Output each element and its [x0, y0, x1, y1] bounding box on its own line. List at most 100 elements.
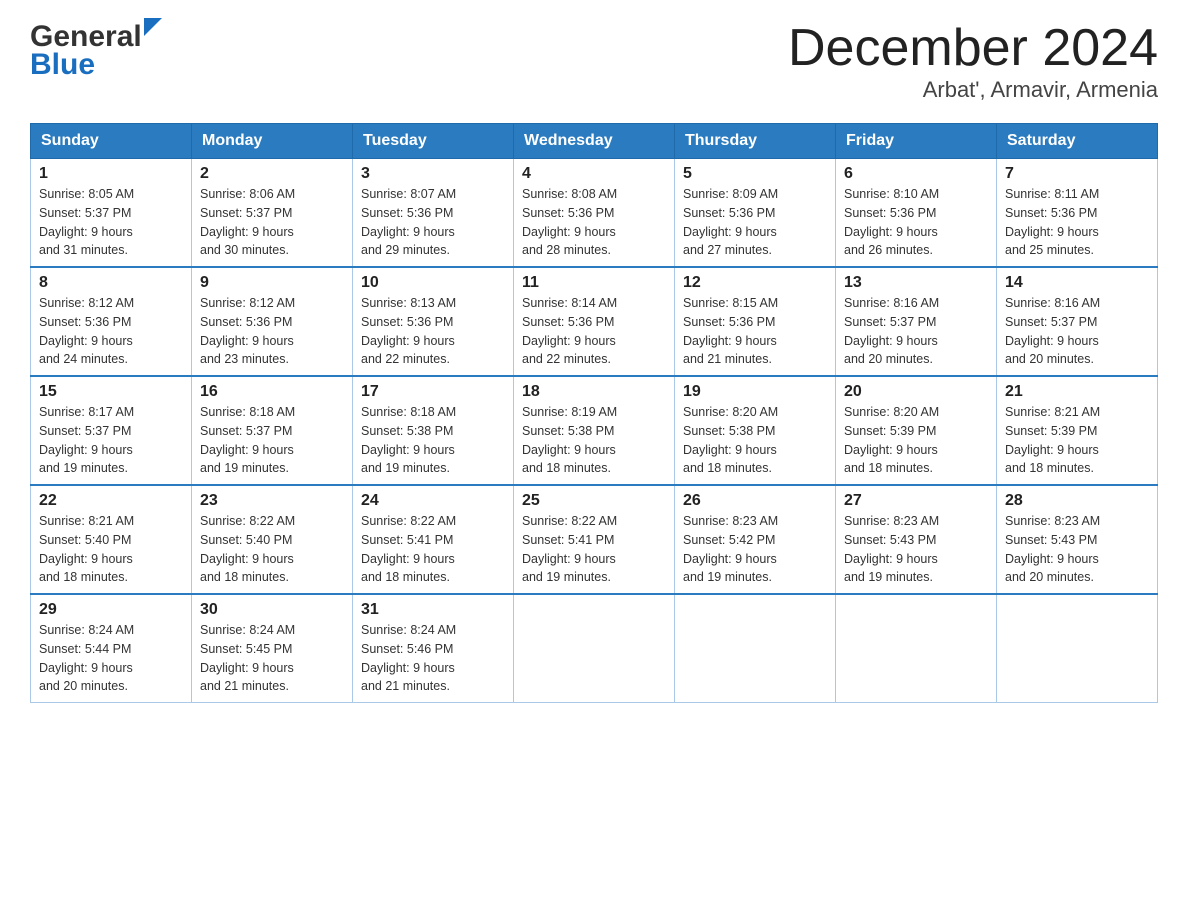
- calendar-cell: [675, 594, 836, 703]
- day-number: 26: [683, 492, 827, 510]
- day-number: 12: [683, 274, 827, 292]
- day-number: 18: [522, 383, 666, 401]
- page-header: General Blue December 2024 Arbat', Armav…: [30, 20, 1158, 103]
- logo-blue-text: Blue: [30, 48, 162, 82]
- day-info: Sunrise: 8:23 AMSunset: 5:43 PMDaylight:…: [1005, 514, 1100, 584]
- calendar-cell: 24 Sunrise: 8:22 AMSunset: 5:41 PMDaylig…: [353, 485, 514, 594]
- calendar-cell: 10 Sunrise: 8:13 AMSunset: 5:36 PMDaylig…: [353, 267, 514, 376]
- calendar-week-row: 29 Sunrise: 8:24 AMSunset: 5:44 PMDaylig…: [31, 594, 1158, 703]
- day-number: 24: [361, 492, 505, 510]
- day-number: 17: [361, 383, 505, 401]
- day-number: 23: [200, 492, 344, 510]
- day-info: Sunrise: 8:24 AMSunset: 5:44 PMDaylight:…: [39, 623, 134, 693]
- day-info: Sunrise: 8:08 AMSunset: 5:36 PMDaylight:…: [522, 187, 617, 257]
- day-info: Sunrise: 8:22 AMSunset: 5:41 PMDaylight:…: [522, 514, 617, 584]
- day-info: Sunrise: 8:18 AMSunset: 5:37 PMDaylight:…: [200, 405, 295, 475]
- day-number: 20: [844, 383, 988, 401]
- day-number: 29: [39, 601, 183, 619]
- day-info: Sunrise: 8:09 AMSunset: 5:36 PMDaylight:…: [683, 187, 778, 257]
- day-number: 16: [200, 383, 344, 401]
- calendar-cell: 18 Sunrise: 8:19 AMSunset: 5:38 PMDaylig…: [514, 376, 675, 485]
- header-thursday: Thursday: [675, 124, 836, 159]
- day-info: Sunrise: 8:20 AMSunset: 5:39 PMDaylight:…: [844, 405, 939, 475]
- day-info: Sunrise: 8:05 AMSunset: 5:37 PMDaylight:…: [39, 187, 134, 257]
- day-info: Sunrise: 8:23 AMSunset: 5:42 PMDaylight:…: [683, 514, 778, 584]
- calendar-cell: 2 Sunrise: 8:06 AMSunset: 5:37 PMDayligh…: [192, 159, 353, 268]
- day-number: 5: [683, 165, 827, 183]
- title-area: December 2024 Arbat', Armavir, Armenia: [788, 20, 1158, 103]
- calendar-cell: 12 Sunrise: 8:15 AMSunset: 5:36 PMDaylig…: [675, 267, 836, 376]
- calendar-cell: 4 Sunrise: 8:08 AMSunset: 5:36 PMDayligh…: [514, 159, 675, 268]
- day-info: Sunrise: 8:13 AMSunset: 5:36 PMDaylight:…: [361, 296, 456, 366]
- calendar-cell: [836, 594, 997, 703]
- day-info: Sunrise: 8:22 AMSunset: 5:40 PMDaylight:…: [200, 514, 295, 584]
- calendar-cell: 22 Sunrise: 8:21 AMSunset: 5:40 PMDaylig…: [31, 485, 192, 594]
- day-info: Sunrise: 8:16 AMSunset: 5:37 PMDaylight:…: [844, 296, 939, 366]
- calendar-cell: 5 Sunrise: 8:09 AMSunset: 5:36 PMDayligh…: [675, 159, 836, 268]
- calendar-cell: 13 Sunrise: 8:16 AMSunset: 5:37 PMDaylig…: [836, 267, 997, 376]
- logo-triangle-icon: [144, 18, 162, 41]
- header-saturday: Saturday: [997, 124, 1158, 159]
- day-number: 7: [1005, 165, 1149, 183]
- day-info: Sunrise: 8:22 AMSunset: 5:41 PMDaylight:…: [361, 514, 456, 584]
- calendar-cell: 1 Sunrise: 8:05 AMSunset: 5:37 PMDayligh…: [31, 159, 192, 268]
- day-info: Sunrise: 8:24 AMSunset: 5:45 PMDaylight:…: [200, 623, 295, 693]
- day-info: Sunrise: 8:07 AMSunset: 5:36 PMDaylight:…: [361, 187, 456, 257]
- day-number: 3: [361, 165, 505, 183]
- calendar-week-row: 8 Sunrise: 8:12 AMSunset: 5:36 PMDayligh…: [31, 267, 1158, 376]
- calendar-cell: 25 Sunrise: 8:22 AMSunset: 5:41 PMDaylig…: [514, 485, 675, 594]
- day-info: Sunrise: 8:20 AMSunset: 5:38 PMDaylight:…: [683, 405, 778, 475]
- calendar-week-row: 15 Sunrise: 8:17 AMSunset: 5:37 PMDaylig…: [31, 376, 1158, 485]
- day-info: Sunrise: 8:21 AMSunset: 5:40 PMDaylight:…: [39, 514, 134, 584]
- day-number: 21: [1005, 383, 1149, 401]
- calendar-cell: 23 Sunrise: 8:22 AMSunset: 5:40 PMDaylig…: [192, 485, 353, 594]
- calendar-table: Sunday Monday Tuesday Wednesday Thursday…: [30, 123, 1158, 703]
- calendar-cell: 27 Sunrise: 8:23 AMSunset: 5:43 PMDaylig…: [836, 485, 997, 594]
- header-tuesday: Tuesday: [353, 124, 514, 159]
- weekday-header-row: Sunday Monday Tuesday Wednesday Thursday…: [31, 124, 1158, 159]
- day-number: 28: [1005, 492, 1149, 510]
- calendar-cell: 21 Sunrise: 8:21 AMSunset: 5:39 PMDaylig…: [997, 376, 1158, 485]
- month-title: December 2024: [788, 20, 1158, 77]
- day-number: 2: [200, 165, 344, 183]
- calendar-cell: 15 Sunrise: 8:17 AMSunset: 5:37 PMDaylig…: [31, 376, 192, 485]
- calendar-cell: 7 Sunrise: 8:11 AMSunset: 5:36 PMDayligh…: [997, 159, 1158, 268]
- calendar-week-row: 22 Sunrise: 8:21 AMSunset: 5:40 PMDaylig…: [31, 485, 1158, 594]
- day-info: Sunrise: 8:14 AMSunset: 5:36 PMDaylight:…: [522, 296, 617, 366]
- calendar-cell: 19 Sunrise: 8:20 AMSunset: 5:38 PMDaylig…: [675, 376, 836, 485]
- day-number: 4: [522, 165, 666, 183]
- day-info: Sunrise: 8:15 AMSunset: 5:36 PMDaylight:…: [683, 296, 778, 366]
- day-info: Sunrise: 8:16 AMSunset: 5:37 PMDaylight:…: [1005, 296, 1100, 366]
- day-number: 9: [200, 274, 344, 292]
- day-info: Sunrise: 8:12 AMSunset: 5:36 PMDaylight:…: [200, 296, 295, 366]
- day-number: 22: [39, 492, 183, 510]
- day-info: Sunrise: 8:24 AMSunset: 5:46 PMDaylight:…: [361, 623, 456, 693]
- day-number: 27: [844, 492, 988, 510]
- calendar-cell: [997, 594, 1158, 703]
- day-number: 19: [683, 383, 827, 401]
- calendar-cell: 29 Sunrise: 8:24 AMSunset: 5:44 PMDaylig…: [31, 594, 192, 703]
- calendar-cell: 30 Sunrise: 8:24 AMSunset: 5:45 PMDaylig…: [192, 594, 353, 703]
- header-sunday: Sunday: [31, 124, 192, 159]
- day-number: 11: [522, 274, 666, 292]
- location-title: Arbat', Armavir, Armenia: [788, 77, 1158, 103]
- calendar-cell: 8 Sunrise: 8:12 AMSunset: 5:36 PMDayligh…: [31, 267, 192, 376]
- calendar-cell: [514, 594, 675, 703]
- day-info: Sunrise: 8:21 AMSunset: 5:39 PMDaylight:…: [1005, 405, 1100, 475]
- day-number: 15: [39, 383, 183, 401]
- day-info: Sunrise: 8:17 AMSunset: 5:37 PMDaylight:…: [39, 405, 134, 475]
- calendar-cell: 31 Sunrise: 8:24 AMSunset: 5:46 PMDaylig…: [353, 594, 514, 703]
- day-number: 14: [1005, 274, 1149, 292]
- header-monday: Monday: [192, 124, 353, 159]
- day-number: 1: [39, 165, 183, 183]
- day-info: Sunrise: 8:12 AMSunset: 5:36 PMDaylight:…: [39, 296, 134, 366]
- calendar-cell: 28 Sunrise: 8:23 AMSunset: 5:43 PMDaylig…: [997, 485, 1158, 594]
- day-number: 31: [361, 601, 505, 619]
- calendar-cell: 6 Sunrise: 8:10 AMSunset: 5:36 PMDayligh…: [836, 159, 997, 268]
- day-info: Sunrise: 8:18 AMSunset: 5:38 PMDaylight:…: [361, 405, 456, 475]
- day-number: 10: [361, 274, 505, 292]
- day-info: Sunrise: 8:06 AMSunset: 5:37 PMDaylight:…: [200, 187, 295, 257]
- day-number: 6: [844, 165, 988, 183]
- calendar-cell: 3 Sunrise: 8:07 AMSunset: 5:36 PMDayligh…: [353, 159, 514, 268]
- header-friday: Friday: [836, 124, 997, 159]
